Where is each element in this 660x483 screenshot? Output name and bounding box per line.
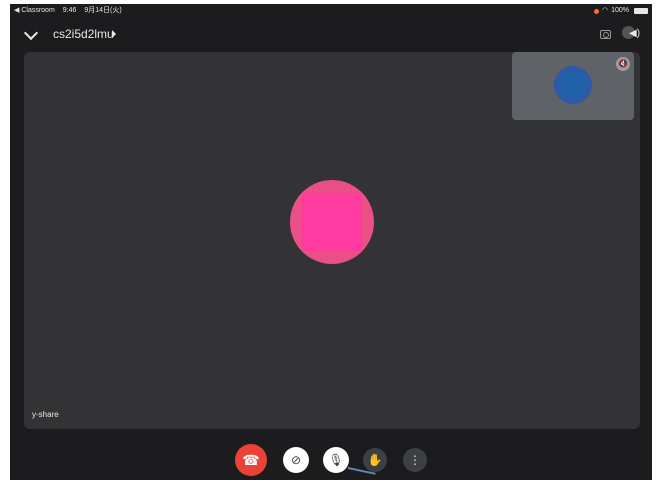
- back-to-app-link[interactable]: ◀ Classroom: [14, 7, 55, 14]
- raise-hand-button[interactable]: ✋: [363, 448, 387, 472]
- mic-off-icon: 🎙: [328, 453, 344, 467]
- camera-off-icon: ⊘: [290, 453, 302, 467]
- hand-icon: ✋: [367, 453, 383, 467]
- battery-percent: 100%: [611, 7, 629, 14]
- status-time: 9:46: [62, 7, 77, 14]
- battery-icon: [634, 8, 648, 14]
- phone-hangup-icon: ☎: [242, 451, 260, 468]
- recording-dot-icon: [593, 8, 599, 14]
- caret-right-icon[interactable]: [112, 30, 116, 38]
- presenter-avatar: [290, 180, 374, 264]
- camera-switch-icon[interactable]: [600, 30, 611, 39]
- chevron-down-icon[interactable]: [23, 25, 39, 41]
- end-call-button[interactable]: ☎: [235, 444, 267, 476]
- device-frame: ◀ Classroom 9:46 9月14日(火) ◠ 100% cs2i5d2…: [10, 4, 652, 480]
- status-right: ◠ 100%: [593, 4, 648, 18]
- call-controls: ☎ ⊘ 🎙 ✋ ⋮: [10, 444, 652, 480]
- presenter-avatar-image: [302, 193, 362, 251]
- more-options-button[interactable]: ⋮: [403, 448, 427, 472]
- status-bar: ◀ Classroom 9:46 9月14日(火) ◠ 100%: [10, 4, 652, 18]
- more-vert-icon: ⋮: [409, 453, 421, 467]
- speaker-icon: ◀): [629, 28, 641, 39]
- mic-toggle-button[interactable]: 🎙: [323, 447, 349, 473]
- self-view-tile[interactable]: 🔇: [512, 52, 634, 120]
- self-avatar: [554, 66, 592, 104]
- wifi-icon: ◠: [601, 7, 609, 14]
- self-avatar-image: [560, 72, 586, 98]
- status-left: ◀ Classroom 9:46 9月14日(火): [14, 4, 128, 18]
- camera-toggle-button[interactable]: ⊘: [283, 447, 309, 473]
- presenter-name: y-share: [32, 410, 59, 419]
- mic-muted-icon: 🔇: [616, 57, 630, 71]
- status-date: 9月14日(火): [84, 7, 122, 14]
- meeting-header: cs2i5d2lmu ◀): [10, 20, 652, 50]
- meeting-code[interactable]: cs2i5d2lmu: [53, 25, 114, 43]
- speaker-button[interactable]: ◀): [622, 26, 640, 44]
